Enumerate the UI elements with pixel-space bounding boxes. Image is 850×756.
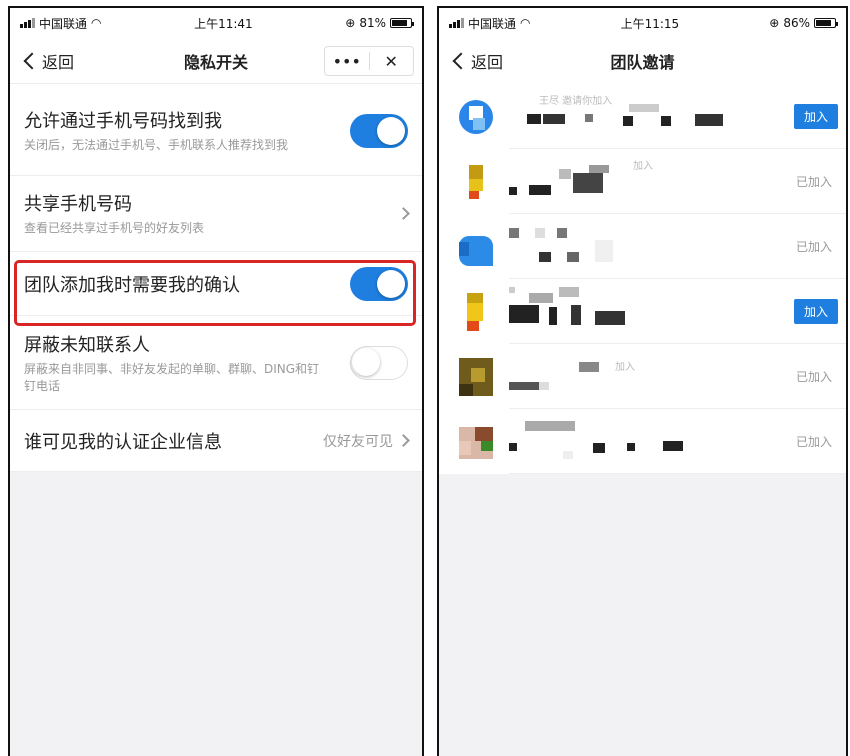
close-button[interactable]: ✕: [370, 52, 414, 71]
invite-snippet: 加入: [633, 160, 653, 172]
setting-desc: 查看已经共享过手机号的好友列表: [24, 221, 205, 235]
carrier-label: 中国联通: [468, 16, 517, 31]
joined-label: 已加入: [795, 240, 832, 254]
join-button[interactable]: 加入: [793, 299, 838, 324]
team-invite-screen: 中国联通 ◠ 上午11:15 ⊕ 86% 返回 团队邀请 王尽 邀请你加入 加入…: [437, 6, 848, 756]
invite-item: 加入 已加入: [439, 149, 846, 214]
chevron-right-icon: [397, 434, 410, 447]
setting-share-phone[interactable]: 共享手机号码 查看已经共享过手机号的好友列表: [10, 176, 422, 252]
chevron-left-icon: [452, 52, 470, 70]
invite-item: 王尽 邀请你加入 加入: [439, 84, 846, 149]
setting-desc: 屏蔽来自非同事、非好友发起的单聊、群聊、DING和钉钉电话: [24, 361, 320, 393]
avatar: [459, 163, 493, 201]
wifi-icon: ◠: [520, 16, 531, 30]
avatar: [459, 98, 493, 136]
invite-info-pixelated: [509, 222, 790, 272]
setting-title: 屏蔽未知联系人: [24, 334, 150, 356]
battery-percent: 81%: [359, 16, 386, 30]
avatar: [459, 423, 493, 461]
invite-info-pixelated: 加入: [509, 352, 790, 402]
status-bar: 中国联通 ◠ 上午11:41 ⊕ 81%: [10, 8, 422, 38]
setting-block-unknown[interactable]: 屏蔽未知联系人 屏蔽来自非同事、非好友发起的单聊、群聊、DING和钉钉电话: [10, 316, 422, 410]
battery-icon: [389, 18, 414, 28]
signal-icon: [20, 18, 35, 28]
status-time: 上午11:15: [620, 16, 680, 31]
avatar: [459, 228, 493, 266]
back-button[interactable]: 返回: [10, 49, 74, 73]
team-confirm-toggle[interactable]: [350, 266, 408, 301]
more-button[interactable]: •••: [325, 52, 369, 71]
invite-snippet: 王尽 邀请你加入: [539, 95, 613, 107]
setting-enterprise-visibility[interactable]: 谁可见我的认证企业信息 仅好友可见: [10, 410, 422, 472]
joined-label: 已加入: [795, 175, 832, 189]
setting-find-by-phone[interactable]: 允许通过手机号码找到我 关闭后，无法通过手机号、手机联系人推荐找到我: [10, 86, 422, 176]
battery-percent: 86%: [783, 16, 810, 30]
chevron-left-icon: [23, 52, 41, 69]
block-unknown-toggle[interactable]: [350, 345, 408, 380]
battery-icon: [813, 18, 838, 28]
invite-info-pixelated: [509, 417, 790, 467]
invite-info-pixelated: [509, 286, 794, 337]
avatar: [459, 357, 493, 396]
alarm-icon: ⊕: [345, 16, 356, 30]
invite-item: 加入 已加入: [439, 344, 846, 409]
invite-item: 加入: [439, 279, 846, 344]
setting-title: 共享手机号码: [24, 194, 132, 215]
status-bar: 中国联通 ◠ 上午11:15 ⊕ 86%: [439, 8, 846, 38]
invite-info-pixelated: 王尽 邀请你加入: [509, 92, 794, 142]
nav-bar: 返回 团队邀请: [439, 38, 846, 84]
alarm-icon: ⊕: [769, 16, 780, 30]
setting-desc: 关闭后，无法通过手机号、手机联系人推荐找到我: [24, 138, 289, 152]
back-label: 返回: [471, 53, 504, 72]
setting-team-confirm[interactable]: 团队添加我时需要我的确认: [10, 252, 422, 316]
setting-title: 团队添加我时需要我的确认: [24, 274, 240, 296]
avatar: [459, 292, 493, 331]
invite-item: 已加入: [439, 409, 846, 474]
join-button[interactable]: 加入: [793, 104, 838, 129]
visibility-value: 仅好友可见: [323, 433, 393, 450]
invite-info-pixelated: 加入: [509, 157, 790, 207]
setting-title: 谁可见我的认证企业信息: [24, 431, 222, 453]
joined-label: 已加入: [795, 370, 832, 384]
signal-icon: [449, 18, 464, 28]
invite-item: 已加入: [439, 214, 846, 279]
carrier-label: 中国联通: [39, 16, 88, 31]
back-label: 返回: [42, 52, 75, 72]
nav-bar: 返回 隐私开关 ••• ✕: [10, 38, 422, 84]
invite-snippet: 加入: [615, 361, 635, 373]
mini-program-capsule: ••• ✕: [324, 46, 414, 76]
back-button[interactable]: 返回: [439, 49, 503, 73]
status-time: 上午11:41: [194, 16, 253, 31]
privacy-settings-screen: 中国联通 ◠ 上午11:41 ⊕ 81% 返回 隐私开关 ••• ✕ 允许通过手…: [8, 6, 424, 756]
chevron-right-icon: [397, 207, 410, 220]
setting-title: 允许通过手机号码找到我: [24, 111, 222, 132]
find-by-phone-toggle[interactable]: [350, 113, 408, 148]
wifi-icon: ◠: [91, 16, 102, 30]
joined-label: 已加入: [795, 435, 832, 449]
